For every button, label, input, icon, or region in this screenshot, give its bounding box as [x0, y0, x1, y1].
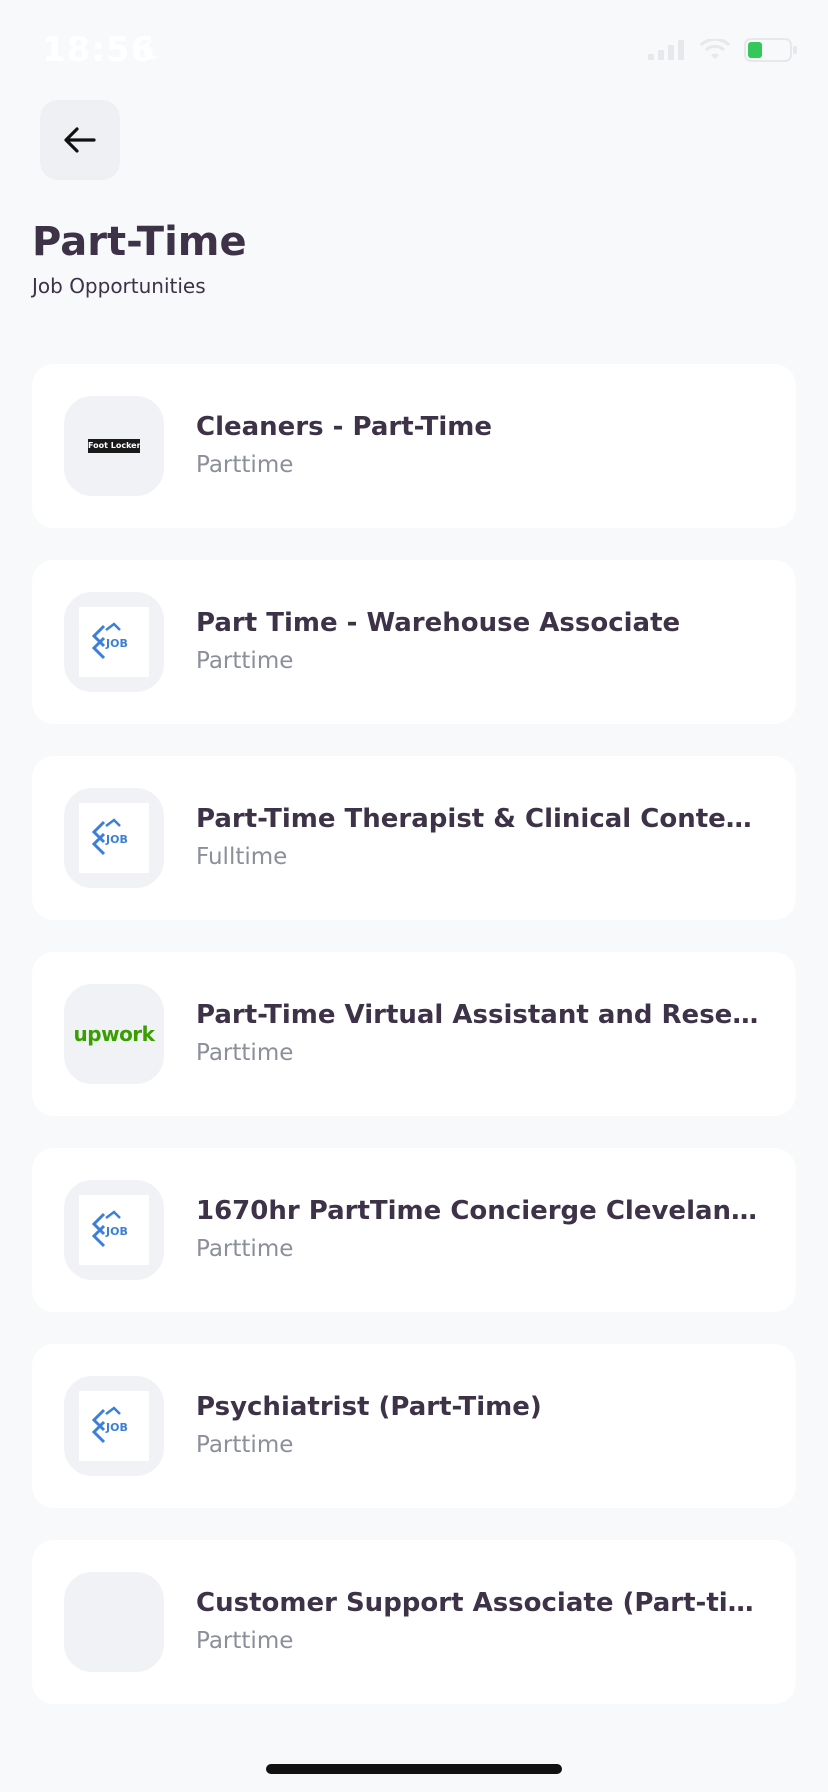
job-logo-icon: JOB: [91, 1210, 128, 1248]
company-logo: JOB: [64, 592, 164, 692]
svg-text:JOB: JOB: [105, 1421, 128, 1434]
page-title: Part-Time: [32, 219, 247, 265]
job-type: Parttime: [196, 648, 294, 674]
svg-text:JOB: JOB: [105, 1225, 128, 1238]
arrow-left-icon: [64, 127, 96, 153]
job-card[interactable]: upwork Part-Time Virtual Assistant and R…: [32, 952, 796, 1116]
job-type: Parttime: [196, 1432, 294, 1458]
job-title: 1670hr PartTime Concierge Cleveland OH: [196, 1196, 766, 1226]
job-title: Customer Support Associate (Part-time)..…: [196, 1588, 766, 1618]
back-button[interactable]: [40, 100, 120, 180]
job-list: Foot Locker Cleaners - Part-Time Parttim…: [32, 364, 796, 1736]
upwork-logo: upwork: [73, 1022, 155, 1046]
job-type: Parttime: [196, 1040, 294, 1066]
company-logo: JOB: [64, 1180, 164, 1280]
company-logo: JOB: [64, 788, 164, 888]
job-title: Part-Time Therapist & Clinical Content C…: [196, 804, 766, 834]
moon-icon: [143, 40, 159, 59]
job-card[interactable]: JOB 1670hr PartTime Concierge Cleveland …: [32, 1148, 796, 1312]
job-card[interactable]: JOB Part Time - Warehouse Associate Part…: [32, 560, 796, 724]
job-type: Parttime: [196, 1628, 294, 1654]
job-title: Psychiatrist (Part-Time): [196, 1392, 542, 1422]
job-card[interactable]: JOB Psychiatrist (Part-Time) Parttime: [32, 1344, 796, 1508]
status-indicators: [648, 38, 798, 62]
job-card[interactable]: Foot Locker Cleaners - Part-Time Parttim…: [32, 364, 796, 528]
page-subtitle: Job Opportunities: [32, 274, 206, 298]
job-card[interactable]: JOB Part-Time Therapist & Clinical Conte…: [32, 756, 796, 920]
company-logo: upwork: [64, 984, 164, 1084]
svg-text:JOB: JOB: [105, 637, 128, 650]
job-title: Part Time - Warehouse Associate: [196, 608, 681, 638]
svg-text:JOB: JOB: [105, 833, 128, 846]
job-card[interactable]: Customer Support Associate (Part-time)..…: [32, 1540, 796, 1704]
signal-icon: [648, 40, 684, 60]
job-logo-icon: JOB: [91, 1406, 128, 1444]
battery-icon: [744, 38, 797, 62]
foot-locker-logo: Foot Locker: [88, 439, 140, 453]
home-indicator: [266, 1764, 562, 1774]
company-logo: JOB: [64, 1376, 164, 1476]
company-logo: Foot Locker: [64, 396, 164, 496]
job-logo-icon: JOB: [91, 818, 128, 856]
job-logo-icon: JOB: [91, 622, 128, 660]
job-type: Fulltime: [196, 844, 288, 870]
job-title: Part-Time Virtual Assistant and Research…: [196, 1000, 766, 1030]
company-logo-placeholder: [64, 1572, 164, 1672]
wifi-icon: [700, 39, 730, 59]
job-title: Cleaners - Part-Time: [196, 412, 493, 442]
job-type: Parttime: [196, 1236, 294, 1262]
status-bar: 18:56: [0, 0, 828, 100]
job-type: Parttime: [196, 452, 294, 478]
